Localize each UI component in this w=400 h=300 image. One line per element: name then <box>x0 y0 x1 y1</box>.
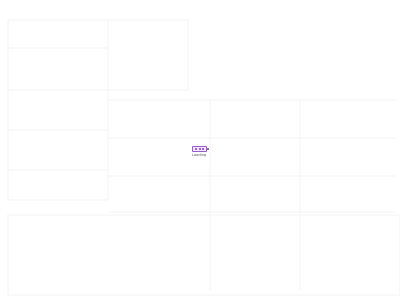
bg-sidebar-block <box>7 19 109 201</box>
loading-indicator: Loading <box>192 146 210 158</box>
loading-dot <box>201 148 204 150</box>
loading-screen: Loading <box>0 0 400 300</box>
loading-label: Loading <box>192 153 207 157</box>
bg-header-block <box>107 19 189 91</box>
battery-cap <box>207 148 209 150</box>
battery-loading-icon <box>192 146 207 152</box>
bg-footer-block <box>7 214 400 296</box>
loading-dot <box>198 148 201 150</box>
loading-dot <box>195 148 198 150</box>
